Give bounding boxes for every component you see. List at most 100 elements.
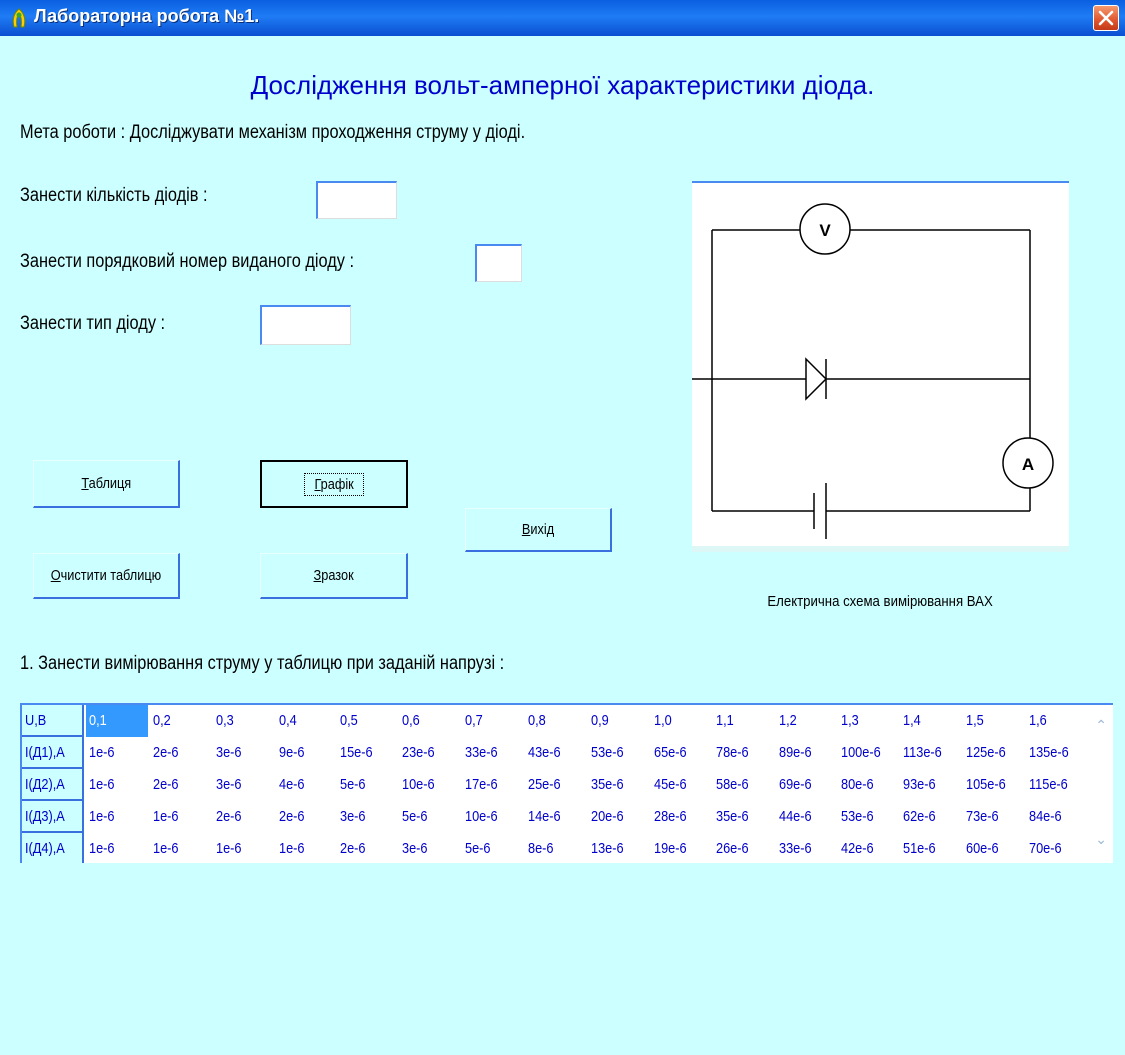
table-cell[interactable]: 0,9 [588,705,648,737]
clear-table-button[interactable]: Очистити таблицю [33,553,180,599]
table-cell[interactable]: 125e-6 [963,737,1023,769]
table-cell[interactable]: 84e-6 [1026,801,1086,833]
table-cell[interactable]: 19e-6 [651,833,711,863]
table-cell[interactable]: 1,3 [838,705,898,737]
table-cell[interactable]: 5e-6 [462,833,522,863]
table-cell[interactable]: 33e-6 [462,737,522,769]
table-cell[interactable]: 5e-6 [399,801,459,833]
table-cell[interactable]: 1,0 [651,705,711,737]
table-cell[interactable]: 3e-6 [399,833,459,863]
table-cell[interactable]: 1e-6 [213,833,273,863]
table-cell[interactable]: 15e-6 [337,737,397,769]
table-cell[interactable]: 89e-6 [776,737,836,769]
table-cell[interactable]: 69e-6 [776,769,836,801]
table-cell[interactable]: 3e-6 [213,769,273,801]
diode-count-input[interactable] [316,181,397,219]
table-cell[interactable]: 2e-6 [276,801,336,833]
table-cell[interactable]: 105e-6 [963,769,1023,801]
table-cell[interactable]: 17e-6 [462,769,522,801]
table-cell[interactable]: 9e-6 [276,737,336,769]
table-cell[interactable]: 62e-6 [900,801,960,833]
diode-number-input[interactable] [475,244,522,282]
table-cell[interactable]: 26e-6 [713,833,773,863]
table-cell[interactable]: 1e-6 [86,833,148,863]
table-cell[interactable]: 0,4 [276,705,336,737]
table-cell[interactable]: 28e-6 [651,801,711,833]
table-cell[interactable]: 8e-6 [525,833,585,863]
sample-button[interactable]: Зразок [260,553,408,599]
diode-type-label: Занести тип діоду : [20,313,166,334]
window-title: Лабораторна робота №1. [34,6,260,26]
close-button[interactable] [1093,5,1119,31]
table-cell[interactable]: 13e-6 [588,833,648,863]
table-cell[interactable]: 0,7 [462,705,522,737]
table-cell[interactable]: 1e-6 [150,801,210,833]
table-cell[interactable]: 5e-6 [337,769,397,801]
table-cell[interactable]: 2e-6 [213,801,273,833]
scroll-up-icon[interactable]: ⌃ [1095,717,1107,734]
table-cell[interactable]: 43e-6 [525,737,585,769]
svg-text:A: A [1022,455,1034,474]
table-cell[interactable]: 58e-6 [713,769,773,801]
table-cell[interactable]: 51e-6 [900,833,960,863]
table-cell[interactable]: 1e-6 [86,737,148,769]
table-cell[interactable]: 100e-6 [838,737,898,769]
table-cell[interactable]: 3e-6 [213,737,273,769]
table-cell[interactable]: 0,2 [150,705,210,737]
table-cell[interactable]: 2e-6 [150,737,210,769]
scroll-down-icon[interactable]: ⌄ [1095,831,1107,848]
table-cell[interactable]: 1,2 [776,705,836,737]
table-cell[interactable]: 113e-6 [900,737,960,769]
table-cell[interactable]: 135e-6 [1026,737,1086,769]
table-cell[interactable]: 115e-6 [1026,769,1086,801]
title-bar: Лабораторна робота №1. [0,0,1125,36]
table-cell[interactable]: 73e-6 [963,801,1023,833]
table-cell[interactable]: 44e-6 [776,801,836,833]
table-cell[interactable]: 53e-6 [838,801,898,833]
diode-type-input[interactable] [260,305,351,345]
table-cell[interactable]: 2e-6 [150,769,210,801]
table-cell[interactable]: 0,6 [399,705,459,737]
row-header: I(Д2),A [22,769,84,801]
table-cell[interactable]: 1,1 [713,705,773,737]
table-cell[interactable]: 3e-6 [337,801,397,833]
measurement-table[interactable]: U,B 0,1 0,2 0,3 0,4 0,5 0,6 0,7 0,8 0,9 1,0 1,1 1,2 1… [20,703,1113,863]
table-cell[interactable]: 70e-6 [1026,833,1086,863]
table-cell[interactable]: 2e-6 [337,833,397,863]
table-cell[interactable]: 60e-6 [963,833,1023,863]
voltmeter-icon: V [799,203,851,255]
table-cell[interactable]: 1,5 [963,705,1023,737]
graph-button[interactable]: Графік [260,460,408,508]
table-cell[interactable]: 14e-6 [525,801,585,833]
table-cell[interactable]: 42e-6 [838,833,898,863]
table-cell[interactable]: 0,1 [86,705,148,737]
table-cell[interactable]: 33e-6 [776,833,836,863]
table-cell[interactable]: 0,8 [525,705,585,737]
table-cell[interactable]: 20e-6 [588,801,648,833]
table-cell[interactable]: 10e-6 [399,769,459,801]
table-cell[interactable]: 80e-6 [838,769,898,801]
table-cell[interactable]: 1e-6 [150,833,210,863]
row-header: U,B [22,705,84,737]
table-cell[interactable]: 0,3 [213,705,273,737]
table-cell[interactable]: 1,6 [1026,705,1086,737]
table-cell[interactable]: 4e-6 [276,769,336,801]
table-button[interactable]: Таблиця [33,460,180,508]
exit-button[interactable]: Вихід [465,508,612,552]
table-cell[interactable]: 35e-6 [588,769,648,801]
table-cell[interactable]: 93e-6 [900,769,960,801]
table-cell[interactable]: 23e-6 [399,737,459,769]
table-cell[interactable]: 25e-6 [525,769,585,801]
table-cell[interactable]: 10e-6 [462,801,522,833]
table-cell[interactable]: 1,4 [900,705,960,737]
table-cell[interactable]: 65e-6 [651,737,711,769]
table-cell[interactable]: 1e-6 [86,769,148,801]
table-cell[interactable]: 35e-6 [713,801,773,833]
table-cell[interactable]: 53e-6 [588,737,648,769]
table-cell[interactable]: 78e-6 [713,737,773,769]
table-cell[interactable]: 1e-6 [86,801,148,833]
table-cell[interactable]: 1e-6 [276,833,336,863]
circuit-diagram: V A [692,181,1069,552]
table-cell[interactable]: 0,5 [337,705,397,737]
table-cell[interactable]: 45e-6 [651,769,711,801]
